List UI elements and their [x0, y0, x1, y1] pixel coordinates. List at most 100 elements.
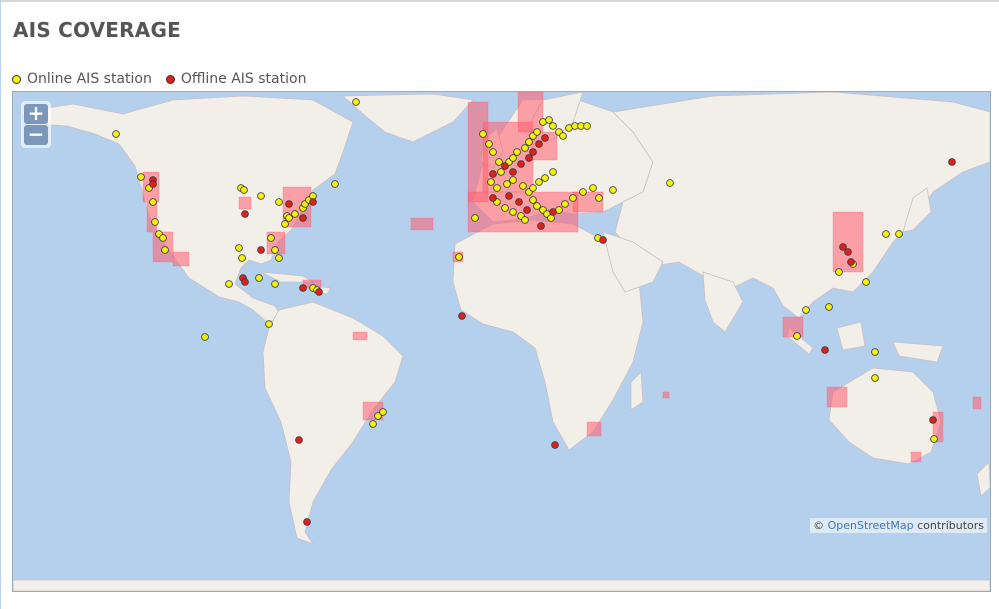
offline-station-marker[interactable] — [529, 148, 537, 156]
online-station-marker[interactable] — [495, 158, 503, 166]
online-station-marker[interactable] — [281, 220, 289, 228]
offline-station-marker[interactable] — [535, 140, 543, 148]
online-station-marker[interactable] — [485, 140, 493, 148]
online-station-marker[interactable] — [275, 198, 283, 206]
online-station-marker[interactable] — [525, 138, 533, 146]
online-station-marker[interactable] — [802, 306, 810, 314]
offline-station-marker[interactable] — [295, 436, 303, 444]
online-station-marker[interactable] — [513, 148, 521, 156]
offline-station-marker[interactable] — [525, 154, 533, 162]
offline-station-marker[interactable] — [299, 214, 307, 222]
online-station-marker[interactable] — [561, 200, 569, 208]
online-station-marker[interactable] — [493, 184, 501, 192]
offline-station-marker[interactable] — [847, 258, 855, 266]
online-station-marker[interactable] — [529, 184, 537, 192]
offline-station-marker[interactable] — [241, 278, 249, 286]
online-station-marker[interactable] — [835, 268, 843, 276]
online-station-marker[interactable] — [161, 246, 169, 254]
online-station-marker[interactable] — [521, 144, 529, 152]
offline-station-marker[interactable] — [315, 288, 323, 296]
online-station-marker[interactable] — [862, 278, 870, 286]
online-station-marker[interactable] — [257, 192, 265, 200]
offline-station-marker[interactable] — [537, 222, 545, 230]
online-station-marker[interactable] — [503, 180, 511, 188]
offline-station-marker[interactable] — [821, 346, 829, 354]
offline-station-marker[interactable] — [458, 312, 466, 320]
online-station-marker[interactable] — [871, 348, 879, 356]
online-station-marker[interactable] — [240, 186, 248, 194]
online-station-marker[interactable] — [545, 116, 553, 124]
online-station-marker[interactable] — [583, 122, 591, 130]
online-station-marker[interactable] — [255, 274, 263, 282]
offline-station-marker[interactable] — [515, 198, 523, 206]
online-station-marker[interactable] — [497, 168, 505, 176]
online-station-marker[interactable] — [825, 303, 833, 311]
online-station-marker[interactable] — [509, 176, 517, 184]
online-station-marker[interactable] — [271, 280, 279, 288]
online-station-marker[interactable] — [149, 198, 157, 206]
online-station-marker[interactable] — [151, 218, 159, 226]
online-station-marker[interactable] — [533, 128, 541, 136]
online-station-marker[interactable] — [569, 194, 577, 202]
online-station-marker[interactable] — [529, 196, 537, 204]
online-station-marker[interactable] — [455, 253, 463, 261]
online-station-marker[interactable] — [882, 230, 890, 238]
online-station-marker[interactable] — [487, 178, 495, 186]
online-station-marker[interactable] — [112, 130, 120, 138]
offline-station-marker[interactable] — [489, 170, 497, 178]
offline-station-marker[interactable] — [509, 168, 517, 176]
online-station-marker[interactable] — [379, 408, 387, 416]
online-station-marker[interactable] — [137, 173, 145, 181]
online-station-marker[interactable] — [533, 202, 541, 210]
offline-station-marker[interactable] — [551, 441, 559, 449]
offline-station-marker[interactable] — [285, 200, 293, 208]
online-station-marker[interactable] — [559, 132, 567, 140]
offline-station-marker[interactable] — [523, 206, 531, 214]
online-station-marker[interactable] — [225, 280, 233, 288]
online-station-marker[interactable] — [793, 332, 801, 340]
online-station-marker[interactable] — [549, 168, 557, 176]
offline-station-marker[interactable] — [303, 518, 311, 526]
offline-station-marker[interactable] — [549, 208, 557, 216]
offline-station-marker[interactable] — [257, 246, 265, 254]
online-station-marker[interactable] — [201, 333, 209, 341]
online-station-marker[interactable] — [352, 98, 360, 106]
zoom-out-button[interactable]: − — [24, 124, 48, 145]
online-station-marker[interactable] — [479, 130, 487, 138]
online-station-marker[interactable] — [930, 435, 938, 443]
offline-station-marker[interactable] — [948, 158, 956, 166]
online-station-marker[interactable] — [579, 188, 587, 196]
online-station-marker[interactable] — [291, 210, 299, 218]
online-station-marker[interactable] — [271, 246, 279, 254]
offline-station-marker[interactable] — [241, 210, 249, 218]
online-station-marker[interactable] — [471, 214, 479, 222]
online-station-marker[interactable] — [238, 254, 246, 262]
offline-station-marker[interactable] — [505, 192, 513, 200]
online-station-marker[interactable] — [331, 180, 339, 188]
offline-station-marker[interactable] — [299, 284, 307, 292]
online-station-marker[interactable] — [595, 194, 603, 202]
online-station-marker[interactable] — [535, 178, 543, 186]
online-station-marker[interactable] — [235, 244, 243, 252]
online-station-marker[interactable] — [549, 122, 557, 130]
offline-station-marker[interactable] — [501, 162, 509, 170]
online-station-marker[interactable] — [369, 420, 377, 428]
online-station-marker[interactable] — [871, 374, 879, 382]
offline-station-marker[interactable] — [541, 134, 549, 142]
world-map-canvas[interactable] — [13, 92, 990, 591]
online-station-marker[interactable] — [519, 182, 527, 190]
online-station-marker[interactable] — [509, 154, 517, 162]
openstreetmap-link[interactable]: OpenStreetMap — [828, 519, 914, 532]
online-station-marker[interactable] — [489, 148, 497, 156]
offline-station-marker[interactable] — [149, 180, 157, 188]
online-station-marker[interactable] — [159, 234, 167, 242]
online-station-marker[interactable] — [589, 184, 597, 192]
offline-station-marker[interactable] — [309, 198, 317, 206]
offline-station-marker[interactable] — [517, 160, 525, 168]
zoom-in-button[interactable]: + — [24, 103, 48, 124]
online-station-marker[interactable] — [895, 230, 903, 238]
online-station-marker[interactable] — [267, 234, 275, 242]
online-station-marker[interactable] — [501, 204, 509, 212]
offline-station-marker[interactable] — [844, 248, 852, 256]
online-station-marker[interactable] — [541, 174, 549, 182]
